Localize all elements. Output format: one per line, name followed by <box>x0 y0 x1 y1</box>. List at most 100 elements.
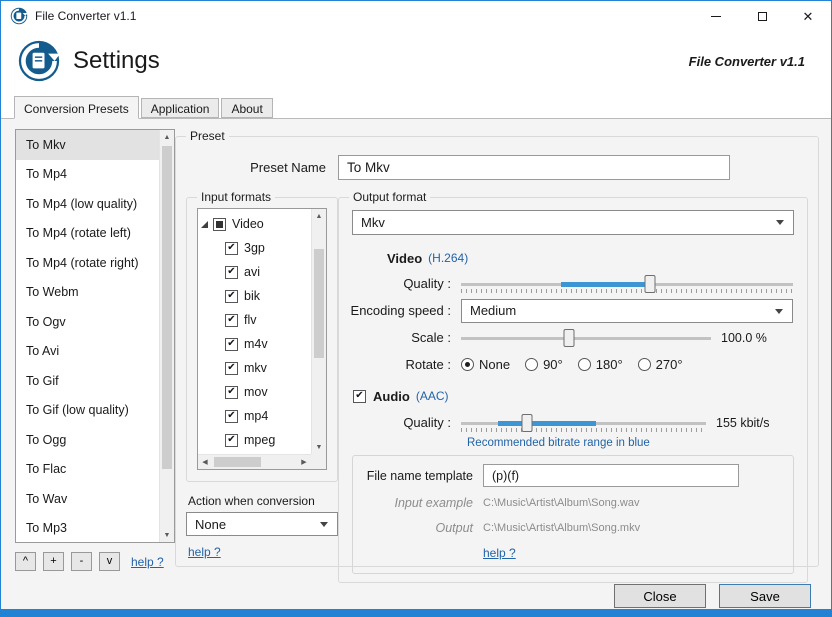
format-label: 3gp <box>244 241 265 255</box>
preset-list-item[interactable]: To Ogg <box>16 425 159 455</box>
scrollbar-thumb[interactable] <box>314 249 324 358</box>
input-formats-help-link[interactable]: help ? <box>188 545 338 559</box>
output-format-group: Output format Mkv Video (H.264) Quality … <box>338 190 808 583</box>
input-formats-panel: Input formats Video ✔ 3gp ✔ avi ✔ bik ✔ … <box>186 190 338 559</box>
format-checkbox-item[interactable]: m4v <box>201 332 311 356</box>
format-label: avi <box>244 265 260 279</box>
format-checkbox-item[interactable]: avi <box>201 260 311 284</box>
tree-vertical-scrollbar[interactable]: ▲ ▼ <box>311 209 326 454</box>
checkbox-icon[interactable] <box>225 337 238 351</box>
checkbox-icon[interactable] <box>225 409 238 423</box>
output-example-value: C:\Music\Artist\Album\Song.mkv <box>483 522 641 534</box>
scroll-up-icon[interactable]: ▲ <box>312 209 326 223</box>
checkbox-icon[interactable] <box>225 265 238 279</box>
tree-root-video[interactable]: Video <box>201 212 311 236</box>
format-checkbox-item[interactable]: mov <box>201 380 311 404</box>
preset-list-item[interactable]: To Mp3 <box>16 514 159 543</box>
tab[interactable]: Application <box>140 98 220 118</box>
conversion-action-label: Action when conversion <box>188 494 315 508</box>
checkbox-icon[interactable] <box>225 313 238 327</box>
rotate-radio[interactable]: 270° <box>637 357 683 372</box>
save-button[interactable]: Save <box>719 584 811 608</box>
preset-list-item[interactable]: To Avi <box>16 337 159 367</box>
video-quality-label: Quality : <box>403 276 451 291</box>
scroll-left-icon[interactable]: ◀ <box>198 455 212 469</box>
format-checkbox-item[interactable]: 3gp <box>201 236 311 260</box>
presets-help-link[interactable]: help ? <box>131 555 164 569</box>
input-formats-tree: Video 3gp <box>197 208 327 470</box>
scroll-down-icon[interactable]: ▼ <box>160 528 174 542</box>
format-checkbox-item[interactable]: mp4 <box>201 404 311 428</box>
audio-checkbox[interactable] <box>353 389 366 403</box>
rotate-label: Rotate : <box>405 357 451 372</box>
preset-list-item[interactable]: To Ogv <box>16 307 159 337</box>
preset-list-item[interactable]: To Gif <box>16 366 159 396</box>
slider-thumb[interactable] <box>644 274 656 293</box>
format-checkbox-item[interactable]: flv <box>201 308 311 332</box>
preset-list-item[interactable]: To Flac <box>16 455 159 485</box>
preset-list-item[interactable]: To Mp4 <box>16 160 159 190</box>
close-button[interactable]: Close <box>614 584 706 608</box>
minimize-icon <box>711 15 721 17</box>
preset-list-item[interactable]: To Gif (low quality) <box>16 396 159 426</box>
tree-horizontal-scrollbar[interactable]: ◀ ▶ <box>198 454 311 469</box>
checkbox-icon[interactable] <box>225 241 238 255</box>
window-controls: ✕ <box>693 1 831 31</box>
scrollbar-thumb[interactable] <box>214 457 261 467</box>
format-checkbox-item[interactable]: bik <box>201 284 311 308</box>
tab[interactable]: Conversion Presets <box>14 96 139 119</box>
rotate-radio[interactable]: None <box>461 357 510 372</box>
output-format-select[interactable]: Mkv <box>352 210 794 235</box>
minimize-button[interactable] <box>693 1 739 31</box>
scroll-right-icon[interactable]: ▶ <box>297 455 311 469</box>
move-preset-up-button[interactable]: ^ <box>15 552 36 571</box>
preset-list-item[interactable]: To Wav <box>16 484 159 514</box>
slider-thumb[interactable] <box>521 413 533 432</box>
rotate-radio[interactable]: 90° <box>525 357 563 372</box>
preset-list-item[interactable]: To Mp4 (rotate right) <box>16 248 159 278</box>
add-preset-button[interactable]: + <box>43 552 64 571</box>
tab[interactable]: About <box>221 98 273 118</box>
tab-content: To Mkv To Mp4 To Mp4 (low quality) To Mp… <box>1 118 831 609</box>
format-checkbox-item[interactable]: mkv <box>201 356 311 380</box>
output-example-row: Output C:\Music\Artist\Album\Song.mkv <box>363 519 783 537</box>
radio-label: 270° <box>655 357 683 372</box>
preset-list-scrollbar[interactable]: ▲ ▼ <box>159 130 174 542</box>
scroll-down-icon[interactable]: ▼ <box>312 440 326 454</box>
video-group-checkbox[interactable] <box>213 217 226 231</box>
scrollbar-thumb[interactable] <box>162 146 172 469</box>
expander-icon[interactable] <box>201 220 208 228</box>
checkbox-icon[interactable] <box>225 385 238 399</box>
checkbox-icon[interactable] <box>225 289 238 303</box>
scale-label: Scale : <box>411 330 451 345</box>
slider-thumb[interactable] <box>563 328 574 347</box>
move-preset-down-button[interactable]: v <box>99 552 120 571</box>
video-quality-slider[interactable] <box>461 272 793 296</box>
radio-icon <box>461 358 474 371</box>
preset-list-item[interactable]: To Mp4 (rotate left) <box>16 219 159 249</box>
checkbox-icon[interactable] <box>225 433 238 447</box>
rotate-radio[interactable]: 180° <box>577 357 623 372</box>
titlebar-close-button[interactable]: ✕ <box>785 1 831 31</box>
audio-quality-slider[interactable] <box>461 411 706 435</box>
preset-name-input[interactable] <box>338 155 730 180</box>
input-formats-group: Input formats Video ✔ 3gp ✔ avi ✔ bik ✔ … <box>186 190 338 482</box>
checkbox-icon[interactable] <box>225 361 238 375</box>
maximize-button[interactable] <box>739 1 785 31</box>
file-name-template-input[interactable] <box>483 464 739 487</box>
preset-list-item[interactable]: To Webm <box>16 278 159 308</box>
file-name-box: File name template Input example C:\Musi… <box>352 455 794 574</box>
scroll-up-icon[interactable]: ▲ <box>160 130 174 144</box>
conversion-action-select[interactable]: None <box>186 512 338 536</box>
file-template-row: File name template <box>363 464 783 487</box>
format-checkbox-item[interactable]: mpeg <box>201 428 311 452</box>
scale-value: 100.0 % <box>721 330 767 345</box>
titlebar[interactable]: File Converter v1.1 ✕ <box>1 1 831 31</box>
rotate-row: Rotate : None 90° 180° 270° <box>349 352 797 377</box>
preset-list-item[interactable]: To Mkv <box>16 130 159 160</box>
remove-preset-button[interactable]: - <box>71 552 92 571</box>
preset-list-item[interactable]: To Mp4 (low quality) <box>16 189 159 219</box>
encoding-speed-select[interactable]: Medium <box>461 298 793 323</box>
scale-slider[interactable] <box>461 326 711 350</box>
output-help-link[interactable]: help ? <box>483 546 516 560</box>
